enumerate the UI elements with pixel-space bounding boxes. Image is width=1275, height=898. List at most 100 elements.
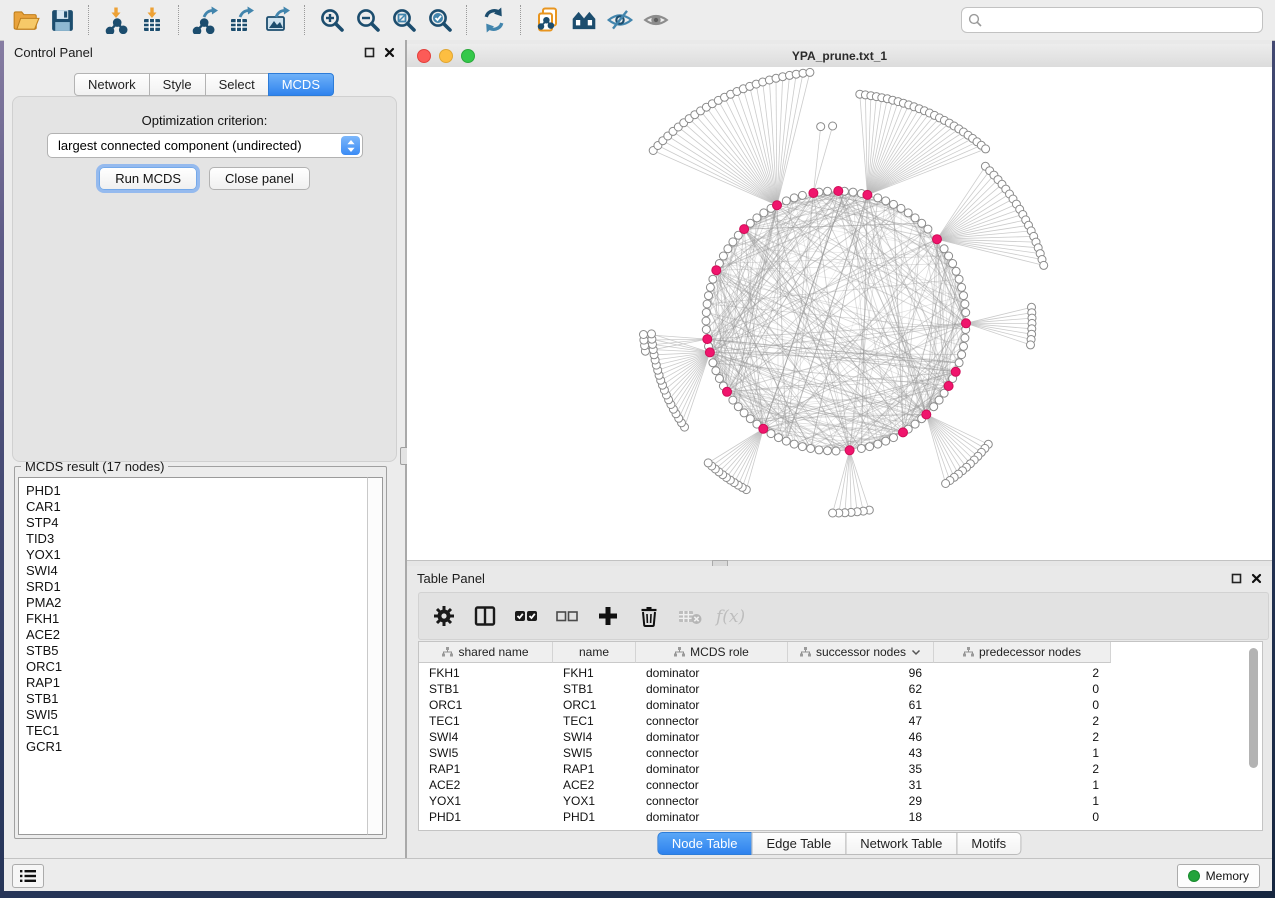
network-node[interactable] [753,214,761,222]
network-node[interactable] [958,283,966,291]
hide-selection-icon[interactable] [602,4,638,36]
network-node[interactable] [719,252,727,260]
network-node[interactable] [942,480,950,488]
network-node[interactable] [806,68,814,76]
mcds-result-item[interactable]: SRD1 [26,579,369,595]
mcds-result-item[interactable]: SWI4 [26,563,369,579]
save-session-icon[interactable] [44,4,80,36]
network-node[interactable] [890,434,898,442]
table-row[interactable]: YOX1YOX1connector291 [419,793,1111,809]
network-node[interactable] [866,443,874,451]
open-file-icon[interactable] [8,4,44,36]
mcds-hub-node[interactable] [759,424,768,433]
first-neighbors-icon[interactable] [566,4,602,36]
network-node[interactable] [709,275,717,283]
tab-select[interactable]: Select [205,73,269,96]
export-image-icon[interactable] [260,4,296,36]
network-node[interactable] [775,434,783,442]
mcds-result-item[interactable]: TID3 [26,531,369,547]
network-window-titlebar[interactable]: YPA_prune.txt_1 [407,44,1272,68]
close-panel-icon[interactable] [384,47,395,58]
network-node[interactable] [815,446,823,454]
table-row[interactable]: TEC1TEC1connector472 [419,713,1111,729]
mcds-result-list[interactable]: PHD1CAR1STP4TID3YOX1SWI4SRD1PMA2FKH1ACE2… [18,477,369,835]
zoom-selected-icon[interactable] [422,4,458,36]
table-scrollbar-thumb[interactable] [1249,648,1258,768]
column-header-successor-nodes[interactable]: successor nodes [788,642,934,663]
column-header-name[interactable]: name [553,642,636,663]
network-node[interactable] [734,403,742,411]
network-node[interactable] [949,260,957,268]
mcds-hub-node[interactable] [809,189,818,198]
network-node[interactable] [706,283,714,291]
network-node[interactable] [924,225,932,233]
delete-column-icon[interactable] [630,598,667,634]
export-table-icon[interactable] [224,4,260,36]
network-node[interactable] [729,396,737,404]
network-node[interactable] [767,430,775,438]
mcds-result-item[interactable]: STP4 [26,515,369,531]
mcds-hub-node[interactable] [944,382,953,391]
network-node[interactable] [897,204,905,212]
network-node[interactable] [961,334,969,342]
network-node[interactable] [724,245,732,253]
task-history-button[interactable] [12,864,44,888]
network-node[interactable] [807,445,815,453]
network-node[interactable] [715,375,723,383]
column-header-MCDS-role[interactable]: MCDS role [636,642,788,663]
network-node[interactable] [798,191,806,199]
close-panel-button[interactable]: Close panel [209,167,310,190]
table-row[interactable]: SWI4SWI4dominator462 [419,729,1111,745]
close-panel-icon[interactable] [1251,573,1262,584]
network-node[interactable] [962,309,970,317]
network-node[interactable] [882,437,890,445]
network-node[interactable] [960,342,968,350]
network-node[interactable] [874,440,882,448]
network-node[interactable] [935,396,943,404]
tab-network[interactable]: Network [74,73,150,96]
network-node[interactable] [918,219,926,227]
table-row[interactable]: ACE2ACE2connector311 [419,777,1111,793]
table-row[interactable]: PHD1PHD1dominator180 [419,809,1111,825]
show-all-icon[interactable] [638,4,674,36]
network-node[interactable] [1040,261,1048,269]
table-row[interactable]: FKH1FKH1dominator962 [419,665,1111,681]
float-panel-icon[interactable] [364,47,375,58]
select-all-icon[interactable] [507,598,544,634]
run-mcds-button[interactable]: Run MCDS [99,167,197,190]
network-node[interactable] [829,509,837,517]
mcds-hub-node[interactable] [773,201,782,210]
network-node[interactable] [982,145,990,153]
network-node[interactable] [958,351,966,359]
network-node[interactable] [940,245,948,253]
mcds-result-item[interactable]: GCR1 [26,739,369,755]
table-row[interactable]: RAP1RAP1dominator352 [419,761,1111,777]
mcds-result-item[interactable]: PHD1 [26,483,369,499]
tab-edge-table[interactable]: Edge Table [751,832,846,855]
mcds-hub-node[interactable] [723,387,732,396]
network-node[interactable] [705,292,713,300]
network-node[interactable] [746,415,754,423]
mcds-hub-node[interactable] [933,235,942,244]
network-node[interactable] [882,197,890,205]
network-node[interactable] [955,359,963,367]
optimization-criterion-select[interactable]: largest connected component (undirected) [47,133,363,158]
network-node[interactable] [798,443,806,451]
mcds-result-item[interactable]: CAR1 [26,499,369,515]
gear-icon[interactable] [425,598,462,634]
network-node[interactable] [824,187,832,195]
zoom-fit-icon[interactable] [386,4,422,36]
network-node[interactable] [782,437,790,445]
column-header-shared-name[interactable]: shared name [419,642,553,663]
mcds-result-item[interactable]: SWI5 [26,707,369,723]
network-node[interactable] [729,238,737,246]
mcds-hub-node[interactable] [922,410,931,419]
network-node[interactable] [849,188,857,196]
network-node[interactable] [648,330,656,338]
network-node[interactable] [890,200,898,208]
network-node[interactable] [930,403,938,411]
network-node[interactable] [824,447,832,455]
mcds-result-item[interactable]: YOX1 [26,547,369,563]
mcds-hub-node[interactable] [703,335,712,344]
mcds-hub-node[interactable] [863,190,872,199]
